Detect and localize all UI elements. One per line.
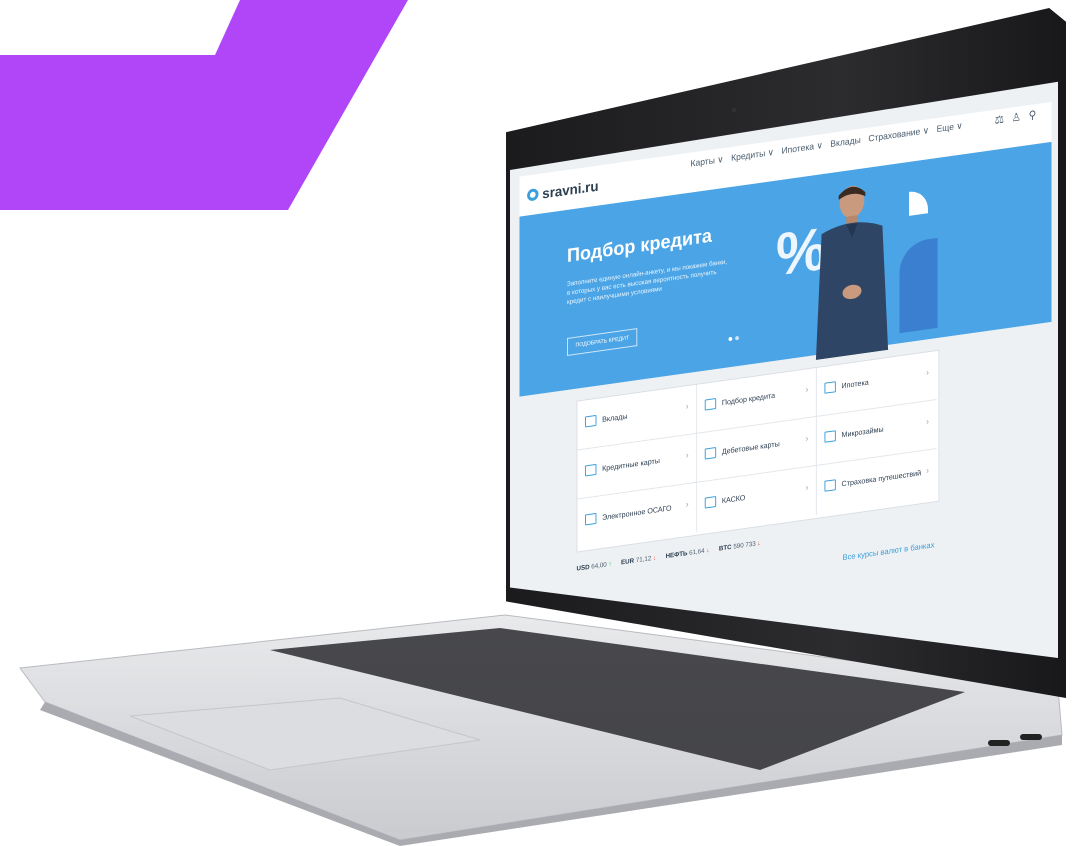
product-label: Ипотека [841, 377, 869, 391]
chevron-right-icon: › [926, 367, 929, 378]
nav-item-mortgage[interactable]: Ипотека ∨ [781, 140, 822, 157]
chevron-right-icon: › [685, 498, 689, 510]
debit-card-icon [704, 447, 717, 460]
hero-text: Заполните единую онлайн-анкету, и мы пок… [567, 258, 728, 306]
logo-text: sravni.ru [542, 177, 599, 202]
slider-dot[interactable] [728, 336, 733, 342]
laptop-screen: sravni.ru Карты ∨ Кредиты ∨ Ипотека ∨ Вк… [510, 81, 1058, 658]
header-tools: ⚖ ♙ ⚲ [995, 108, 1037, 127]
product-label: КАСКО [721, 492, 746, 506]
rate-usd: USD 64,00 ↑ [576, 560, 612, 573]
purple-band [0, 0, 408, 210]
usb-c-port [988, 740, 1010, 746]
product-label: Страховка путешествий [841, 468, 922, 489]
chevron-right-icon: › [926, 416, 929, 427]
slider-dots [728, 335, 739, 342]
car-icon [704, 496, 717, 509]
all-rates-link[interactable]: Все курсы валют в банках [843, 540, 935, 562]
rate-eur: EUR 71,12 ↓ [621, 554, 657, 567]
document-icon [585, 512, 597, 526]
search-icon[interactable]: ⚲ [1029, 108, 1037, 122]
chevron-right-icon: › [926, 465, 929, 476]
chevron-right-icon: › [685, 400, 689, 412]
product-label: Подбор кредита [721, 390, 776, 408]
presenter-photo [815, 185, 889, 361]
deposit-icon [585, 414, 597, 428]
user-icon[interactable]: ♙ [1012, 110, 1021, 124]
product-label: Микрозаймы [841, 424, 884, 440]
logo[interactable]: sravni.ru [527, 178, 598, 204]
rate-btc: BTC 590 733 ↓ [718, 539, 761, 553]
product-label: Кредитные карты [602, 455, 660, 474]
chevron-right-icon: › [685, 449, 689, 461]
nav-item-deposits[interactable]: Вклады [830, 135, 860, 150]
camera-icon [732, 108, 736, 112]
decor-shape [909, 189, 928, 216]
chevron-right-icon: › [805, 482, 809, 493]
travel-icon [824, 479, 836, 492]
chevron-right-icon: › [805, 384, 809, 395]
mortgage-icon [824, 381, 836, 394]
decor-shape [899, 237, 938, 334]
nav-item-more[interactable]: Еще ∨ [937, 120, 963, 135]
slider-dot[interactable] [735, 335, 739, 341]
nav-item-credits[interactable]: Кредиты ∨ [731, 147, 774, 164]
product-label: Дебетовые карты [721, 439, 780, 457]
chevron-right-icon: › [805, 433, 809, 444]
website: sravni.ru Карты ∨ Кредиты ∨ Ипотека ∨ Вк… [510, 82, 1052, 658]
product-label: Вклады [602, 411, 628, 425]
logo-icon [527, 187, 539, 202]
credit-icon [704, 398, 717, 411]
microloan-icon [824, 430, 836, 443]
nav-item-cards[interactable]: Карты ∨ [691, 154, 724, 170]
compare-icon[interactable]: ⚖ [995, 113, 1004, 127]
usb-c-port [1020, 734, 1042, 740]
product-label: Электронное ОСАГО [602, 503, 672, 523]
rate-oil: НЕФТЬ 61,64 ↓ [665, 546, 710, 561]
pick-credit-button[interactable]: ПОДОБРАТЬ КРЕДИТ [567, 328, 638, 356]
credit-card-icon [585, 463, 597, 477]
nav-item-insurance[interactable]: Страхование ∨ [868, 125, 929, 145]
